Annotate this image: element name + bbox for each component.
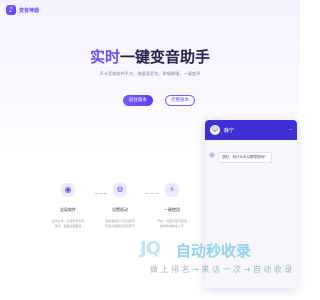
title-accent: 实时 [89, 48, 120, 66]
feature-title: 设置驱动 [112, 207, 128, 212]
feature-title: 一键使用 [164, 207, 180, 212]
feature-desc: 驱动兼容声卡自动配置 智能识别输出通道调节 [100, 219, 140, 229]
message-avatar: ☺ [209, 152, 215, 158]
brand-name[interactable]: 变音神器 [19, 7, 39, 14]
site-header: ♪ 变音神器 [6, 4, 39, 16]
feature-desc: 全局生效，支持所有软件 游戏、直播全面兼容 [48, 219, 88, 229]
feature-desc-line: 游戏、直播全面兼容 [54, 224, 82, 228]
download-button[interactable]: 前往版本 [123, 95, 153, 106]
watermark-title: 自动秒收录 [176, 242, 252, 260]
bolt-icon: ⚡ [165, 183, 179, 197]
chat-header[interactable]: ☺ 静宁 – [205, 120, 297, 140]
feature-driver: ⚙ 设置驱动 驱动兼容声卡自动配置 智能识别输出通道调节 [100, 183, 140, 229]
logo-icon[interactable]: ♪ [6, 5, 16, 15]
watermark-slogan: 做 上 排 名 → 来 访 一 次 → 自 动 收 录 [150, 265, 293, 274]
watermark-logo: JQ [140, 238, 161, 259]
full-version-button[interactable]: 完整版本 [165, 95, 195, 106]
agent-name: 静宁 [224, 127, 235, 134]
chat-message: ☺ 您好，有什么可以帮您的吗？ [209, 152, 272, 163]
feature-title: 全局软件 [60, 207, 76, 212]
title-rest: 一键变音助手 [120, 48, 211, 66]
page-title: 实时一键变音助手 [60, 46, 240, 67]
gear-icon: ⚙ [113, 183, 127, 197]
page-subtitle: 声卡音效软件平台，海量语音包，原唱降噪，一键变声 [99, 71, 201, 76]
feature-desc: 开启一键变声即可使用 操作简单快速上手 [152, 219, 192, 229]
feature-global: ◉ 全局软件 全局生效，支持所有软件 游戏、直播全面兼容 [48, 183, 88, 229]
feature-desc-line: 智能识别输出通道调节 [104, 224, 135, 228]
feature-oneclick: ⚡ 一键使用 开启一键变声即可使用 操作简单快速上手 [152, 183, 192, 229]
feature-desc-line: 操作简单快速上手 [159, 224, 184, 228]
agent-avatar: ☺ [210, 125, 220, 135]
watermark: JQ 自动秒收录 做 上 排 名 → 来 访 一 次 → 自 动 收 录 [140, 238, 300, 278]
shield-icon: ◉ [61, 183, 75, 197]
message-bubble: 您好，有什么可以帮您的吗？ [218, 152, 272, 163]
minimize-icon[interactable]: – [289, 127, 292, 133]
